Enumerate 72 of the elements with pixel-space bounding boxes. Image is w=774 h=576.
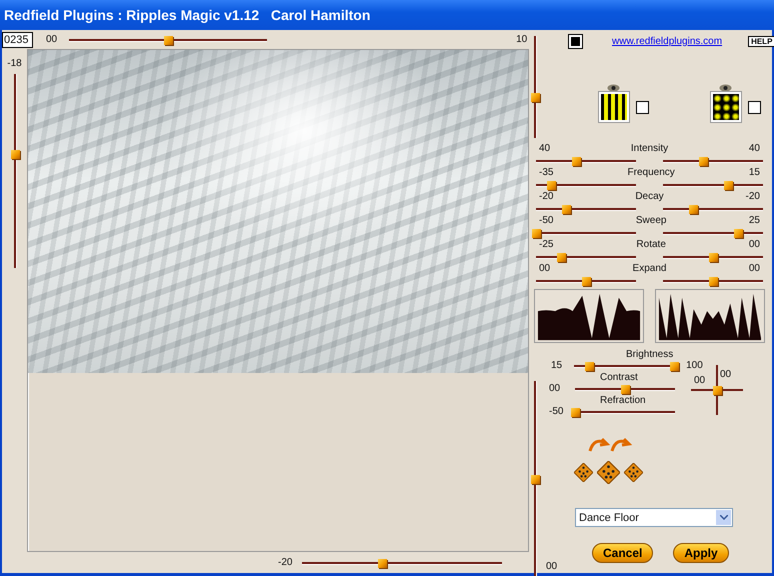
slider-value: 00 [748,263,760,274]
slider-label: Expand [632,263,666,274]
slider-thumb[interactable] [670,362,680,370]
slider-thumb[interactable] [532,229,541,238]
slider-thumb[interactable] [547,181,556,190]
slider-thumb[interactable] [724,181,733,190]
slider-max-label: 10 [516,34,528,45]
slider-thumb[interactable] [164,36,174,44]
slider-label: Rotate [636,239,666,250]
slider-value: -25 [539,239,554,250]
checkbox[interactable] [748,100,761,114]
slider-label: Frequency [628,167,675,178]
dice-icon[interactable] [624,463,643,482]
eye-icon [606,84,620,92]
slider-thumb[interactable] [562,205,571,214]
slider-label: Decay [635,191,664,202]
slider-value: -18 [7,58,22,69]
slider-value: -20 [278,557,292,568]
slider-thumb[interactable] [621,384,630,394]
slider-label: Contrast [600,372,638,383]
slider-thumb[interactable] [531,93,540,102]
slider-value: -20 [539,191,554,202]
slider-value: 100 [686,360,703,371]
preset-dropdown[interactable]: Dance Floor [575,508,733,527]
slider-value: 00 [748,239,760,250]
slider-value: 00 [549,383,562,394]
slider-min-label: 00 [46,34,58,45]
slider-thumb[interactable] [378,558,388,568]
slider-thumb[interactable] [531,475,540,484]
stop-icon[interactable] [569,34,582,48]
pattern-thumbnail[interactable] [711,92,741,122]
slider-value: 40 [539,143,550,154]
slider-value: 15 [551,360,562,371]
dialog-button[interactable]: Apply [673,543,729,563]
slider-value: 00 [546,561,558,572]
slider-value: 15 [748,167,760,178]
chevron-down-icon [716,510,731,525]
dialog-button[interactable]: Cancel [592,543,654,563]
seed-field[interactable]: 0235 [2,32,33,48]
slider-thumb[interactable] [709,253,718,262]
slider-value: 00 [539,263,550,274]
offset-y-value: 00 [720,369,732,380]
offset-x-value: 00 [694,375,706,386]
help-button[interactable]: HELP [748,36,774,46]
slider-label: Brightness [626,349,674,360]
slider-label: Refraction [600,395,646,406]
dice-icon[interactable] [597,461,620,484]
window-title: Redfield Plugins : Ripples Magic v1.12 Carol Hamilton [0,0,774,30]
slider-thumb[interactable] [572,157,581,166]
offset-handle[interactable] [713,386,722,395]
slider-thumb[interactable] [709,277,718,286]
website-link[interactable]: www.redfieldplugins.com [612,36,722,46]
dice-icon[interactable] [574,463,593,482]
slider-label: Sweep [636,215,666,226]
slider-thumb[interactable] [582,277,591,286]
slider-thumb[interactable] [571,408,580,416]
slider-thumb[interactable] [734,229,743,238]
slider-value: 40 [748,143,760,154]
slider-thumb[interactable] [689,205,698,214]
checkbox[interactable] [636,100,649,114]
slider-thumb[interactable] [585,362,594,370]
slider-label: Intensity [630,143,668,154]
pattern-thumbnail[interactable] [599,92,629,122]
slider-value: -20 [746,191,760,202]
slider-value: -35 [539,167,554,178]
eye-icon [718,84,732,92]
slider-value: 25 [748,215,760,226]
slider-thumb[interactable] [557,253,566,262]
slider-thumb[interactable] [10,150,20,159]
slider-value: -50 [539,215,554,226]
slider-thumb[interactable] [699,157,708,166]
slider-value: -50 [549,406,563,417]
